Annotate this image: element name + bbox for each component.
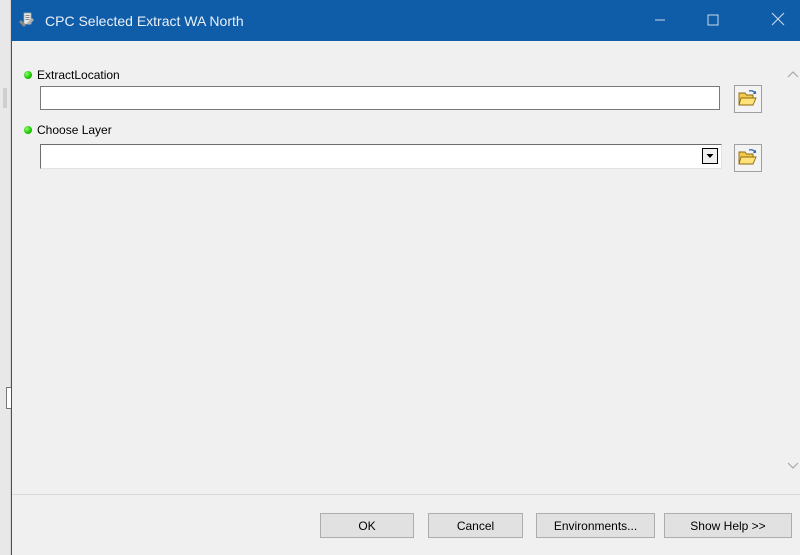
background-scroll-marker <box>3 88 7 108</box>
minimize-icon <box>654 11 666 30</box>
minimize-button[interactable] <box>637 0 683 41</box>
param-choose-layer-label: Choose Layer <box>24 122 112 138</box>
choose-layer-browse-button[interactable] <box>734 144 762 172</box>
required-status-icon <box>24 71 32 79</box>
environments-button[interactable]: Environments... <box>536 513 655 538</box>
extract-location-browse-button[interactable] <box>734 85 762 113</box>
title-bar[interactable]: CPC Selected Extract WA North <box>12 0 800 41</box>
scroll-down-icon[interactable] <box>786 459 799 472</box>
window-title: CPC Selected Extract WA North <box>45 13 244 29</box>
dialog-footer: OK Cancel Environments... Show Help >> <box>12 494 800 555</box>
screen: CPC Selected Extract WA North ExtractLoc… <box>0 0 800 555</box>
chevron-down-icon[interactable] <box>702 148 718 164</box>
scroll-up-icon[interactable] <box>786 67 799 80</box>
ok-button[interactable]: OK <box>320 513 414 538</box>
param-label-text: Choose Layer <box>37 123 112 137</box>
open-folder-icon <box>738 148 758 169</box>
param-label-text: ExtractLocation <box>37 68 120 82</box>
required-status-icon <box>24 126 32 134</box>
close-icon <box>771 11 785 30</box>
extract-location-input[interactable] <box>40 86 720 110</box>
toolbox-tool-icon <box>18 11 36 29</box>
tool-dialog: CPC Selected Extract WA North ExtractLoc… <box>11 0 800 555</box>
maximize-icon <box>707 11 719 30</box>
param-extract-location-label: ExtractLocation <box>24 67 120 83</box>
choose-layer-dropdown[interactable] <box>40 144 722 169</box>
close-button[interactable] <box>755 0 800 41</box>
parameters-panel: ExtractLocation Choose Layer <box>12 41 784 493</box>
background-window-edge <box>0 0 12 555</box>
cancel-button[interactable]: Cancel <box>428 513 523 538</box>
open-folder-icon <box>738 89 758 110</box>
show-help-button[interactable]: Show Help >> <box>664 513 792 538</box>
maximize-button[interactable] <box>690 0 736 41</box>
vertical-scrollbar[interactable] <box>784 41 800 493</box>
